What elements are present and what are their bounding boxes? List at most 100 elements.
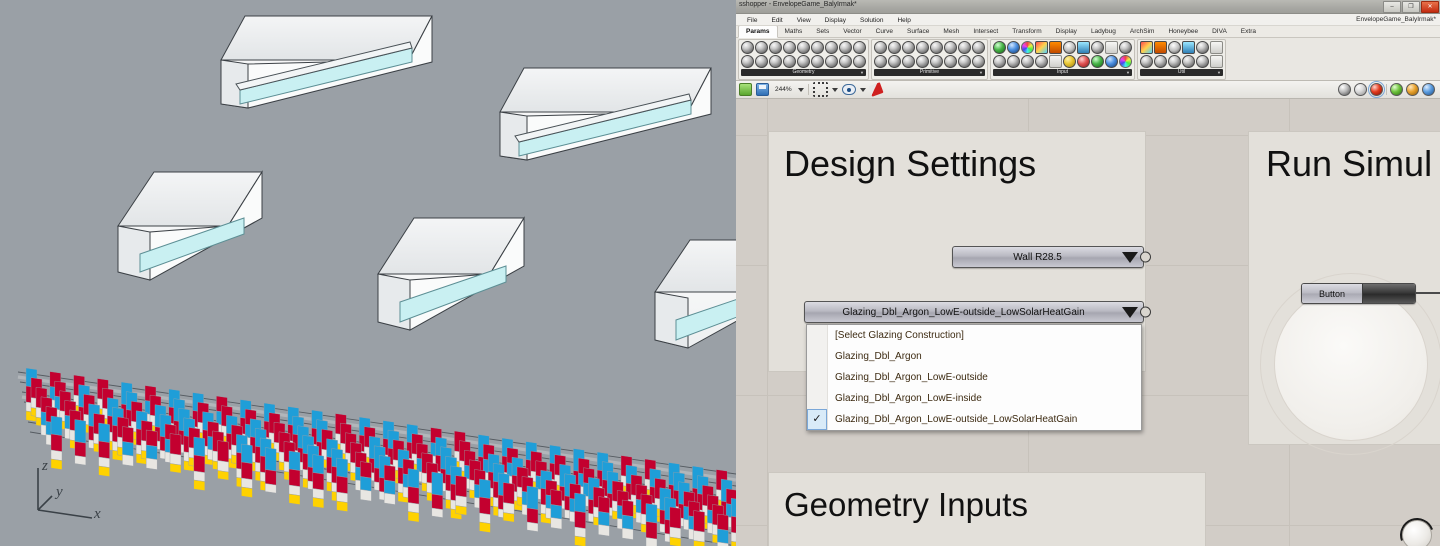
orange-ball-icon[interactable] xyxy=(1406,83,1419,96)
ribbon-component-icon[interactable] xyxy=(1007,55,1020,68)
ribbon-component-icon[interactable] xyxy=(825,55,838,68)
ribbon-component-icon[interactable] xyxy=(1077,55,1090,68)
ribbon-tab-honeybee[interactable]: Honeybee xyxy=(1161,26,1205,37)
shaded-ball-icon[interactable] xyxy=(1354,83,1367,96)
ribbon-component-icon[interactable] xyxy=(1077,41,1090,54)
glazing-construction-value-list[interactable]: Glazing_Dbl_Argon_LowE-outside_LowSolarH… xyxy=(804,301,1151,323)
ribbon-component-icon[interactable] xyxy=(1168,41,1181,54)
ribbon-component-icon[interactable] xyxy=(839,41,852,54)
selected-ball-icon[interactable] xyxy=(1368,81,1385,98)
ribbon-component-icon[interactable] xyxy=(993,55,1006,68)
ribbon-component-icon[interactable] xyxy=(902,55,915,68)
ribbon-component-icon[interactable] xyxy=(797,55,810,68)
menu-item-help[interactable]: Help xyxy=(890,14,917,25)
blue-ball-icon[interactable] xyxy=(1422,83,1435,96)
ribbon-component-icon[interactable] xyxy=(1105,41,1118,54)
ribbon-tab-transform[interactable]: Transform xyxy=(1005,26,1048,37)
run-button-knob[interactable] xyxy=(1362,284,1415,303)
grasshopper-canvas[interactable]: Design Settings Run Simul Button Geometr… xyxy=(736,99,1440,546)
checkbox-empty-icon[interactable] xyxy=(807,388,827,409)
ribbon-tab-diva[interactable]: DIVA xyxy=(1205,26,1234,37)
ribbon-component-icon[interactable] xyxy=(1168,55,1181,68)
ribbon-component-icon[interactable] xyxy=(874,41,887,54)
ribbon-component-icon[interactable] xyxy=(1049,41,1062,54)
ribbon-component-icon[interactable] xyxy=(1063,55,1076,68)
checkmark-icon[interactable]: ✓ xyxy=(807,409,827,430)
value-list-chevron-icon[interactable] xyxy=(1122,251,1138,263)
chevron-down-icon[interactable] xyxy=(797,87,804,92)
ribbon-group-expand-icon[interactable]: ▼ xyxy=(1126,69,1130,76)
dropdown-item[interactable]: [Select Glazing Construction] xyxy=(807,325,1141,346)
gh-title-bar[interactable]: sshopper - EnvelopeGame_BalyIrmak* – ❐ ✕ xyxy=(736,0,1440,14)
zoom-extents-icon[interactable] xyxy=(812,82,828,97)
preview-eye-icon[interactable] xyxy=(841,84,856,95)
ribbon-component-icon[interactable] xyxy=(1154,55,1167,68)
ribbon-tab-mesh[interactable]: Mesh xyxy=(936,26,966,37)
ribbon-component-icon[interactable] xyxy=(783,55,796,68)
ribbon-component-icon[interactable] xyxy=(741,55,754,68)
ribbon-group-expand-icon[interactable]: ▼ xyxy=(860,69,864,76)
sketch-pen-icon[interactable] xyxy=(868,82,884,97)
ribbon-component-icon[interactable] xyxy=(1035,41,1048,54)
ribbon-component-icon[interactable] xyxy=(769,55,782,68)
wall-output-port[interactable] xyxy=(1140,251,1151,263)
ribbon-component-icon[interactable] xyxy=(1140,41,1153,54)
ribbon-tab-archsim[interactable]: ArchSim xyxy=(1123,26,1162,37)
ribbon-component-icon[interactable] xyxy=(1021,55,1034,68)
menu-item-solution[interactable]: Solution xyxy=(853,14,891,25)
ribbon-component-icon[interactable] xyxy=(755,55,768,68)
ribbon-tab-display[interactable]: Display xyxy=(1049,26,1084,37)
ribbon-component-icon[interactable] xyxy=(916,55,929,68)
ribbon-component-icon[interactable] xyxy=(1049,55,1062,68)
ribbon-tab-maths[interactable]: Maths xyxy=(778,26,810,37)
ribbon-component-icon[interactable] xyxy=(853,55,866,68)
ribbon-component-icon[interactable] xyxy=(1210,55,1223,68)
ribbon-component-icon[interactable] xyxy=(1119,55,1132,68)
ribbon-tab-surface[interactable]: Surface xyxy=(900,26,936,37)
ribbon-tab-extra[interactable]: Extra xyxy=(1234,26,1263,37)
ribbon-group-expand-icon[interactable]: ▼ xyxy=(1217,69,1221,76)
ribbon-component-icon[interactable] xyxy=(916,41,929,54)
ribbon-component-icon[interactable] xyxy=(930,55,943,68)
ribbon-component-icon[interactable] xyxy=(958,55,971,68)
ribbon-component-icon[interactable] xyxy=(1196,55,1209,68)
ribbon-component-icon[interactable] xyxy=(769,41,782,54)
solution-status-widget[interactable]: 0.9.0076 xyxy=(1394,512,1440,546)
ribbon-component-icon[interactable] xyxy=(839,55,852,68)
glazing-dropdown-menu[interactable]: [Select Glazing Construction] Glazing_Dbl… xyxy=(806,324,1142,431)
menu-item-view[interactable]: View xyxy=(790,14,818,25)
ribbon-component-icon[interactable] xyxy=(741,41,754,54)
ribbon-component-icon[interactable] xyxy=(811,41,824,54)
ribbon-component-icon[interactable] xyxy=(1007,41,1020,54)
rhino-perspective-viewport[interactable]: z y x xyxy=(0,0,736,546)
maximize-button[interactable]: ❐ xyxy=(1402,1,1420,13)
ribbon-component-icon[interactable] xyxy=(1140,55,1153,68)
ribbon-tab-curve[interactable]: Curve xyxy=(869,26,900,37)
run-simulation-button[interactable]: Button xyxy=(1301,283,1416,304)
dropdown-item[interactable]: Glazing_Dbl_Argon xyxy=(807,346,1141,367)
ribbon-component-icon[interactable] xyxy=(811,55,824,68)
ribbon-component-icon[interactable] xyxy=(825,41,838,54)
menu-item-display[interactable]: Display xyxy=(818,14,853,25)
wireframe-ball-icon[interactable] xyxy=(1338,83,1351,96)
glazing-output-port[interactable] xyxy=(1140,306,1151,318)
ribbon-component-icon[interactable] xyxy=(1063,41,1076,54)
dropdown-item[interactable]: Glazing_Dbl_Argon_LowE-inside xyxy=(807,388,1141,409)
ribbon-component-icon[interactable] xyxy=(1154,41,1167,54)
ribbon-component-icon[interactable] xyxy=(944,55,957,68)
lock-icon[interactable] xyxy=(739,83,752,96)
preview-chevron-icon[interactable] xyxy=(859,87,866,92)
ribbon-component-icon[interactable] xyxy=(874,55,887,68)
ribbon-component-icon[interactable] xyxy=(888,55,901,68)
ribbon-component-icon[interactable] xyxy=(783,41,796,54)
minimize-button[interactable]: – xyxy=(1383,1,1401,13)
ribbon-tab-params[interactable]: Params xyxy=(738,25,778,38)
zoom-extents-chevron-icon[interactable] xyxy=(831,87,838,92)
ribbon-tab-vector[interactable]: Vector xyxy=(836,26,868,37)
ribbon-tab-sets[interactable]: Sets xyxy=(809,26,836,37)
checkbox-empty-icon[interactable] xyxy=(807,346,827,367)
ribbon-group-expand-icon[interactable]: ▼ xyxy=(979,69,983,76)
menu-item-file[interactable]: File xyxy=(740,14,764,25)
ribbon-component-icon[interactable] xyxy=(958,41,971,54)
ribbon-component-icon[interactable] xyxy=(972,55,985,68)
